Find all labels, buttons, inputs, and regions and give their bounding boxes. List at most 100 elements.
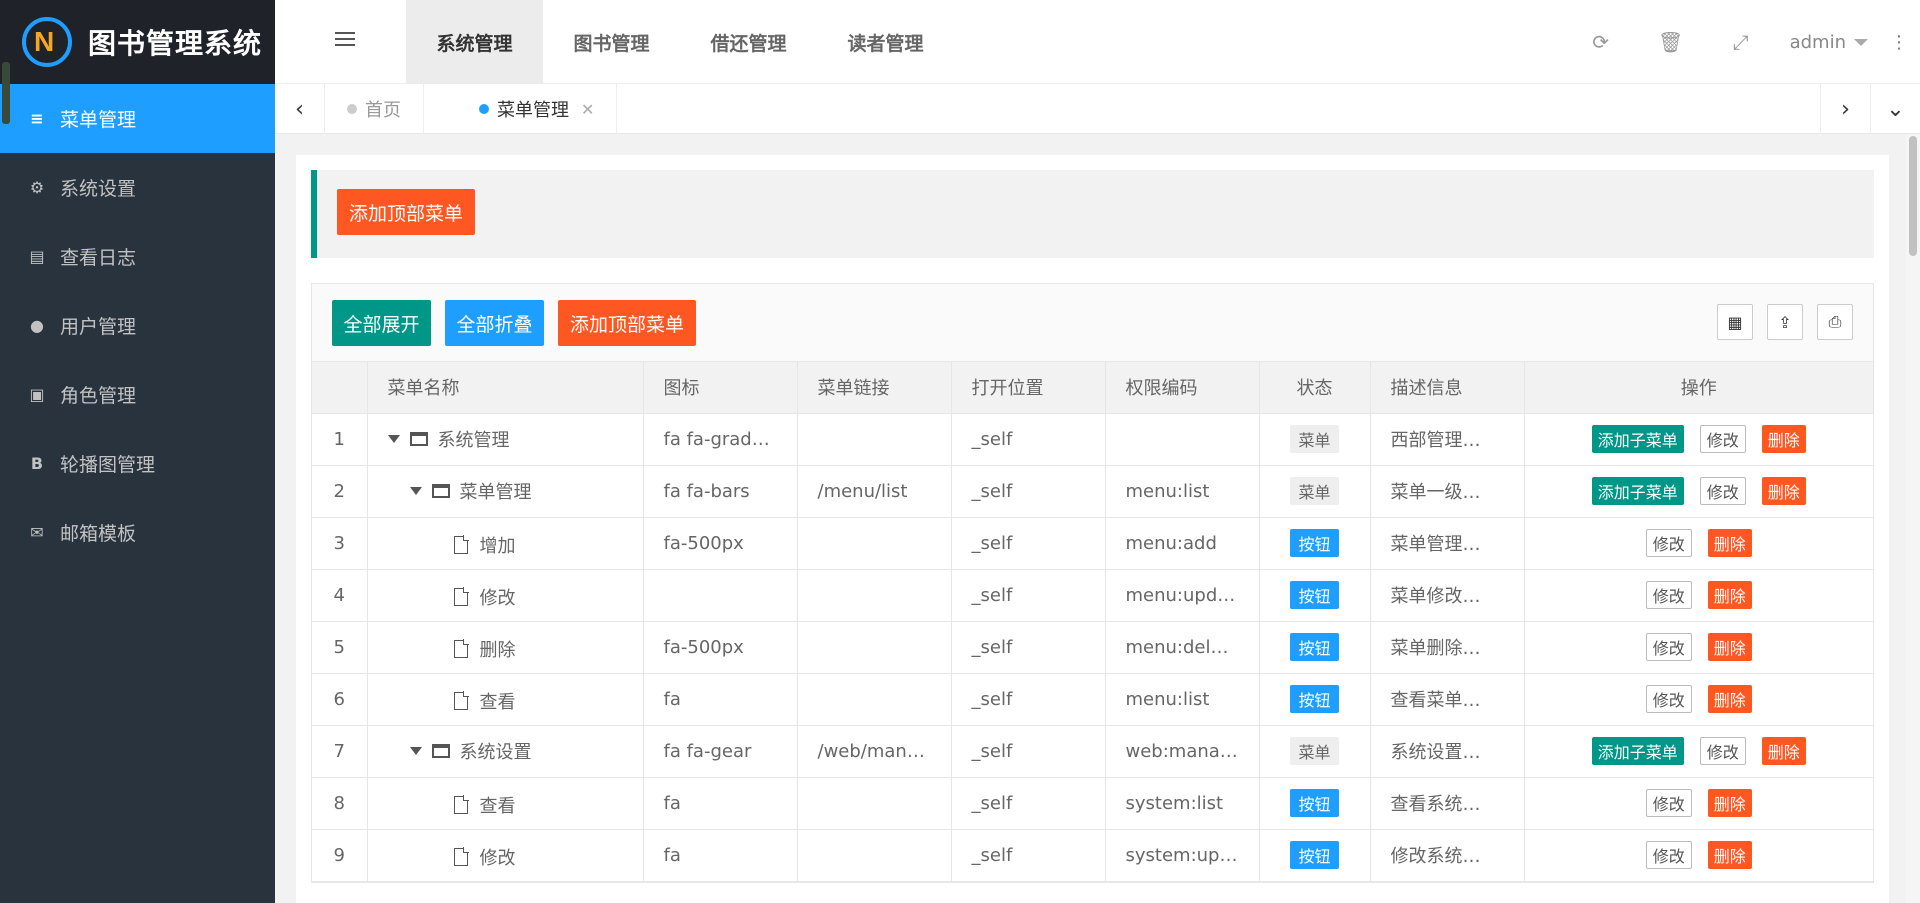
- delete-button[interactable]: 删除: [1707, 633, 1752, 661]
- cell-permission: system:up…: [1105, 829, 1260, 882]
- sidebar-item-0[interactable]: ≡ 菜单管理: [0, 84, 275, 153]
- more-vertical-icon[interactable]: ⋮: [1890, 32, 1908, 53]
- delete-button[interactable]: 删除: [1761, 477, 1806, 505]
- cell-status: 菜单: [1259, 465, 1371, 518]
- refresh-icon[interactable]: ⟳: [1566, 30, 1636, 54]
- delete-button[interactable]: 删除: [1707, 685, 1752, 713]
- table-row[interactable]: 7 系统设置 fa fa-gear/web/man… _self web:manage 菜…: [312, 725, 1873, 778]
- delete-button[interactable]: 删除: [1707, 581, 1752, 609]
- edit-button[interactable]: 修改: [1699, 737, 1746, 765]
- tab-home[interactable]: 首页: [325, 84, 424, 134]
- delete-button[interactable]: 删除: [1707, 841, 1752, 869]
- print-icon[interactable]: ⎙: [1817, 304, 1853, 340]
- edit-button[interactable]: 修改: [1645, 581, 1692, 609]
- edit-button[interactable]: 修改: [1645, 789, 1692, 817]
- cell-actions: 添加子菜单 修改 删除: [1524, 725, 1873, 778]
- user-menu[interactable]: admin: [1790, 32, 1868, 53]
- sidebar-item-4[interactable]: ▣ 角色管理: [0, 360, 275, 429]
- sidebar-item-label: 菜单管理: [60, 109, 137, 131]
- bars-icon: ≡: [30, 109, 44, 128]
- menu-toggle-icon[interactable]: [335, 32, 355, 50]
- trash-icon[interactable]: 🗑: [1636, 30, 1706, 54]
- folder-icon: [409, 432, 428, 446]
- add-child-button[interactable]: 添加子菜单: [1591, 425, 1684, 453]
- top-nav-books[interactable]: 图书管理: [543, 0, 680, 84]
- cell-status: 按钮: [1259, 673, 1371, 726]
- sidebar-item-label: 角色管理: [60, 385, 137, 407]
- caret-down-icon[interactable]: [409, 487, 422, 495]
- add-child-button[interactable]: 添加子菜单: [1591, 737, 1684, 765]
- delete-button[interactable]: 删除: [1761, 737, 1806, 765]
- menu-name: 菜单管理: [459, 482, 532, 503]
- sidebar-item-3[interactable]: ● 用户管理: [0, 291, 275, 360]
- edit-button[interactable]: 修改: [1645, 633, 1692, 661]
- status-badge: 菜单: [1290, 425, 1339, 453]
- menu-name: 查看: [479, 795, 516, 817]
- edit-button[interactable]: 修改: [1699, 425, 1746, 453]
- menu-name: 删除: [479, 639, 516, 661]
- cell-target: _self: [951, 829, 1106, 882]
- cell-icon: fa-500px: [643, 517, 798, 570]
- top-nav-borrow[interactable]: 借还管理: [680, 0, 817, 84]
- edit-button[interactable]: 修改: [1645, 685, 1692, 713]
- delete-button[interactable]: 删除: [1707, 789, 1752, 817]
- table-row[interactable]: 6 查看 fa _self menu:list 按钮 查看菜单… 修改 删除: [312, 673, 1873, 726]
- logo-icon: [22, 17, 72, 67]
- table-row[interactable]: 9 修改 fa _self system:up… 按钮 修改系统… 修改 删除: [312, 829, 1873, 882]
- cell-actions: 修改 删除: [1524, 621, 1873, 674]
- page-scrollbar[interactable]: [1906, 134, 1920, 903]
- table-row[interactable]: 1 系统管理 fa fa-grad… _self 菜单 西部管理… 添加子菜单 修改 删除: [312, 413, 1873, 466]
- table-row[interactable]: 5 删除 fa-500px _self menu:delete 按钮 菜单删除… 修改 删除: [312, 621, 1873, 674]
- caret-down-icon[interactable]: [387, 435, 400, 443]
- scrollbar-thumb[interactable]: [1909, 136, 1917, 256]
- tab-scroll-left-icon[interactable]: ‹: [275, 84, 325, 134]
- row-index: 3: [312, 517, 368, 570]
- cell-permission: [1105, 413, 1260, 466]
- delete-button[interactable]: 删除: [1761, 425, 1806, 453]
- add-top-menu-button[interactable]: 添加顶部菜单: [337, 189, 475, 235]
- sidebar-item-2[interactable]: ▤ 查看日志: [0, 222, 275, 291]
- chevron-down-icon: [1854, 38, 1868, 46]
- cell-target: _self: [951, 777, 1106, 830]
- username: admin: [1789, 31, 1846, 53]
- cell-description: 修改系统…: [1370, 829, 1525, 882]
- close-icon[interactable]: ✕: [581, 100, 594, 119]
- export-icon[interactable]: ⇪: [1767, 304, 1803, 340]
- cell-description: 查看系统…: [1370, 777, 1525, 830]
- sidebar: 图书管理系统 ≡ 菜单管理 ⚙ 系统设置 ▤ 查看日志 ● 用户管理 ▣ 角色管理 B 轮播图管理 ✉ 邮…: [0, 0, 275, 903]
- sidebar-item-5[interactable]: B 轮播图管理: [0, 429, 275, 498]
- sidebar-item-label: 用户管理: [60, 316, 137, 338]
- table-row[interactable]: 2 菜单管理 fa fa-bars/menu/list _self menu:list 菜…: [312, 465, 1873, 518]
- cell-actions: 修改 删除: [1524, 829, 1873, 882]
- toolbar-add-top-menu-button[interactable]: 添加顶部菜单: [558, 300, 696, 346]
- row-index: 1: [312, 413, 368, 466]
- collapse-all-button[interactable]: 全部折叠: [445, 300, 544, 346]
- cell-description: 西部管理…: [1370, 413, 1525, 466]
- edit-button[interactable]: 修改: [1645, 529, 1692, 557]
- top-nav-readers[interactable]: 读者管理: [817, 0, 954, 84]
- tab-dot: [347, 104, 357, 114]
- sidebar-item-6[interactable]: ✉ 邮箱模板: [0, 498, 275, 567]
- table-row[interactable]: 8 查看 fa _self system:list 按钮 查看系统… 修改 删除: [312, 777, 1873, 830]
- sidebar-item-label: 系统设置: [60, 178, 137, 200]
- row-index: 8: [312, 777, 368, 830]
- columns-icon[interactable]: ▦: [1717, 304, 1753, 340]
- cell-status: 按钮: [1259, 517, 1371, 570]
- tab-options-icon[interactable]: ⌄: [1870, 84, 1920, 134]
- add-child-button[interactable]: 添加子菜单: [1591, 477, 1684, 505]
- table-row[interactable]: 3 增加 fa-500px _self menu:add 按钮 菜单管理… 修改 删除: [312, 517, 1873, 570]
- cell-icon: fa-500px: [643, 621, 798, 674]
- tab-menu-management[interactable]: 菜单管理 ✕: [457, 84, 618, 134]
- table-row[interactable]: 4 修改 _self menu:upd… 按钮 菜单修改… 修改 删除: [312, 569, 1873, 622]
- expand-all-button[interactable]: 全部展开: [332, 300, 431, 346]
- edit-button[interactable]: 修改: [1645, 841, 1692, 869]
- delete-button[interactable]: 删除: [1707, 529, 1752, 557]
- top-nav-system[interactable]: 系统管理: [406, 0, 543, 84]
- fullscreen-icon[interactable]: ⤢: [1706, 30, 1776, 54]
- edit-button[interactable]: 修改: [1699, 477, 1746, 505]
- file-icon: [453, 534, 469, 554]
- sidebar-item-1[interactable]: ⚙ 系统设置: [0, 153, 275, 222]
- caret-down-icon[interactable]: [409, 747, 422, 755]
- tab-scroll-right-icon[interactable]: ›: [1820, 84, 1870, 134]
- cell-name: 删除: [367, 621, 644, 674]
